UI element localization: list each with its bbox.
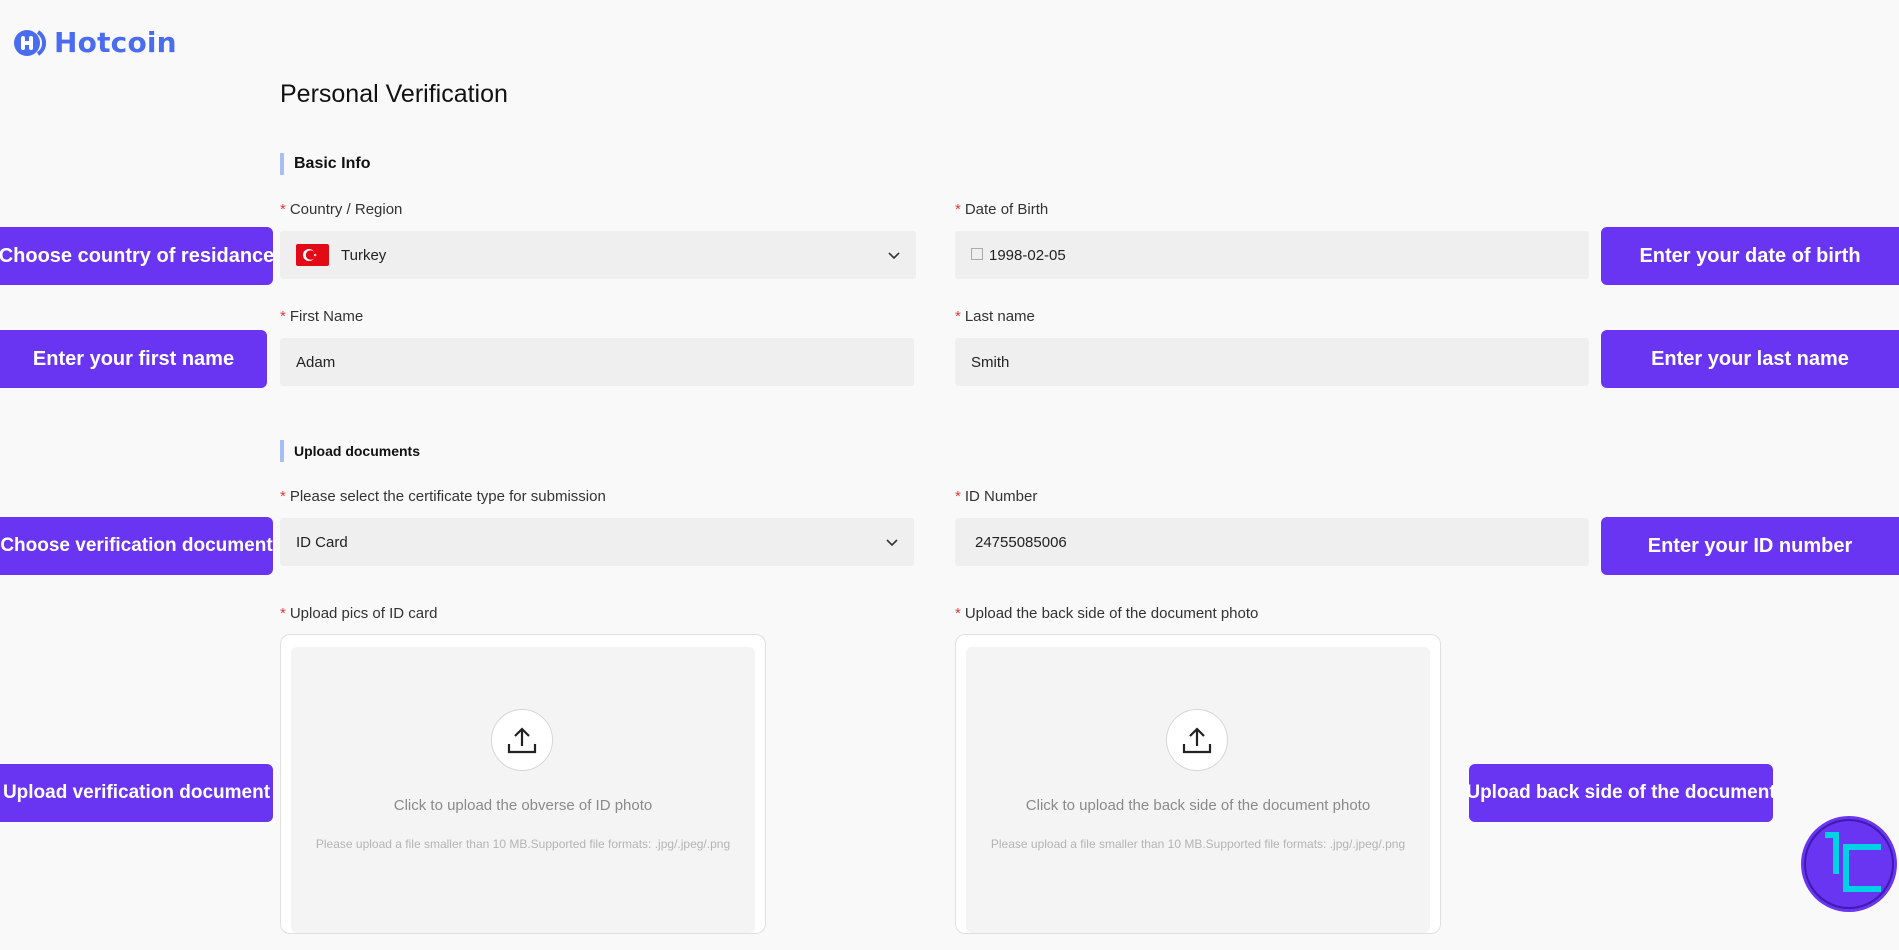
last-name-label: * Last name [955, 308, 1035, 325]
upload-front-label: * Upload pics of ID card [280, 605, 438, 622]
cert-type-select[interactable]: ID Card [280, 518, 914, 566]
section-title: Upload documents [294, 443, 421, 459]
callout-country: Choose country of residance [0, 227, 274, 285]
country-select[interactable]: Turkey [280, 231, 916, 279]
callout-document: Choose verification document [0, 517, 273, 575]
upload-back-label: * Upload the back side of the document ph… [955, 605, 1259, 622]
section-upload-documents: Upload documents [280, 440, 420, 462]
section-bar [280, 440, 284, 462]
first-name-label: * First Name [280, 308, 364, 325]
callout-first-name: Enter your first name [0, 330, 267, 388]
section-bar [280, 153, 284, 175]
callout-id-number: Enter your ID number [1601, 517, 1899, 575]
callout-upload-front: Upload verification document [0, 764, 273, 822]
tradingfinder-logo-icon [1801, 816, 1897, 912]
upload-back-dropzone[interactable]: Click to upload the back side of the doc… [955, 634, 1441, 934]
callout-last-name: Enter your last name [1601, 330, 1899, 388]
upload-front-dropzone[interactable]: Click to upload the obverse of ID photo … [280, 634, 766, 934]
dob-value: 1998-02-05 [989, 246, 1066, 264]
first-name-value: Adam [296, 353, 336, 371]
upload-front-prompt: Click to upload the obverse of ID photo [393, 797, 653, 814]
hotcoin-logo[interactable]: Hotcoin [12, 26, 177, 59]
page-title: Personal Verification [280, 80, 508, 108]
country-value: Turkey [341, 246, 387, 264]
upload-front-hint: Please upload a file smaller than 10 MB.… [315, 837, 731, 851]
section-basic-info: Basic Info [280, 153, 370, 175]
upload-back-prompt: Click to upload the back side of the doc… [1025, 797, 1371, 814]
turkey-flag-icon [296, 244, 329, 266]
brand-name: Hotcoin [54, 26, 177, 59]
id-number-input[interactable]: 24755085006 [955, 518, 1589, 566]
country-label: * Country / Region [280, 201, 403, 218]
callout-dob: Enter your date of birth [1601, 227, 1899, 285]
cert-type-value: ID Card [296, 533, 348, 551]
id-number-label: * ID Number [955, 488, 1038, 505]
chevron-down-icon [888, 252, 900, 260]
last-name-value: Smith [971, 353, 1010, 371]
dob-input[interactable]: 1998-02-05 [955, 231, 1589, 279]
section-title: Basic Info [294, 155, 371, 172]
upload-icon[interactable] [1166, 709, 1228, 771]
first-name-input[interactable]: Adam [280, 338, 914, 386]
callout-upload-back: Upload back side of the document [1466, 764, 1776, 822]
id-number-value: 24755085006 [975, 533, 1067, 551]
chevron-down-icon [886, 539, 898, 547]
upload-back-hint: Please upload a file smaller than 10 MB.… [990, 837, 1406, 851]
dob-label: * Date of Birth [955, 201, 1049, 218]
cert-type-label: * Please select the certificate type for … [280, 488, 606, 505]
calendar-icon [971, 248, 983, 260]
last-name-input[interactable]: Smith [955, 338, 1589, 386]
hotcoin-logo-icon [14, 29, 46, 56]
upload-icon[interactable] [491, 709, 553, 771]
